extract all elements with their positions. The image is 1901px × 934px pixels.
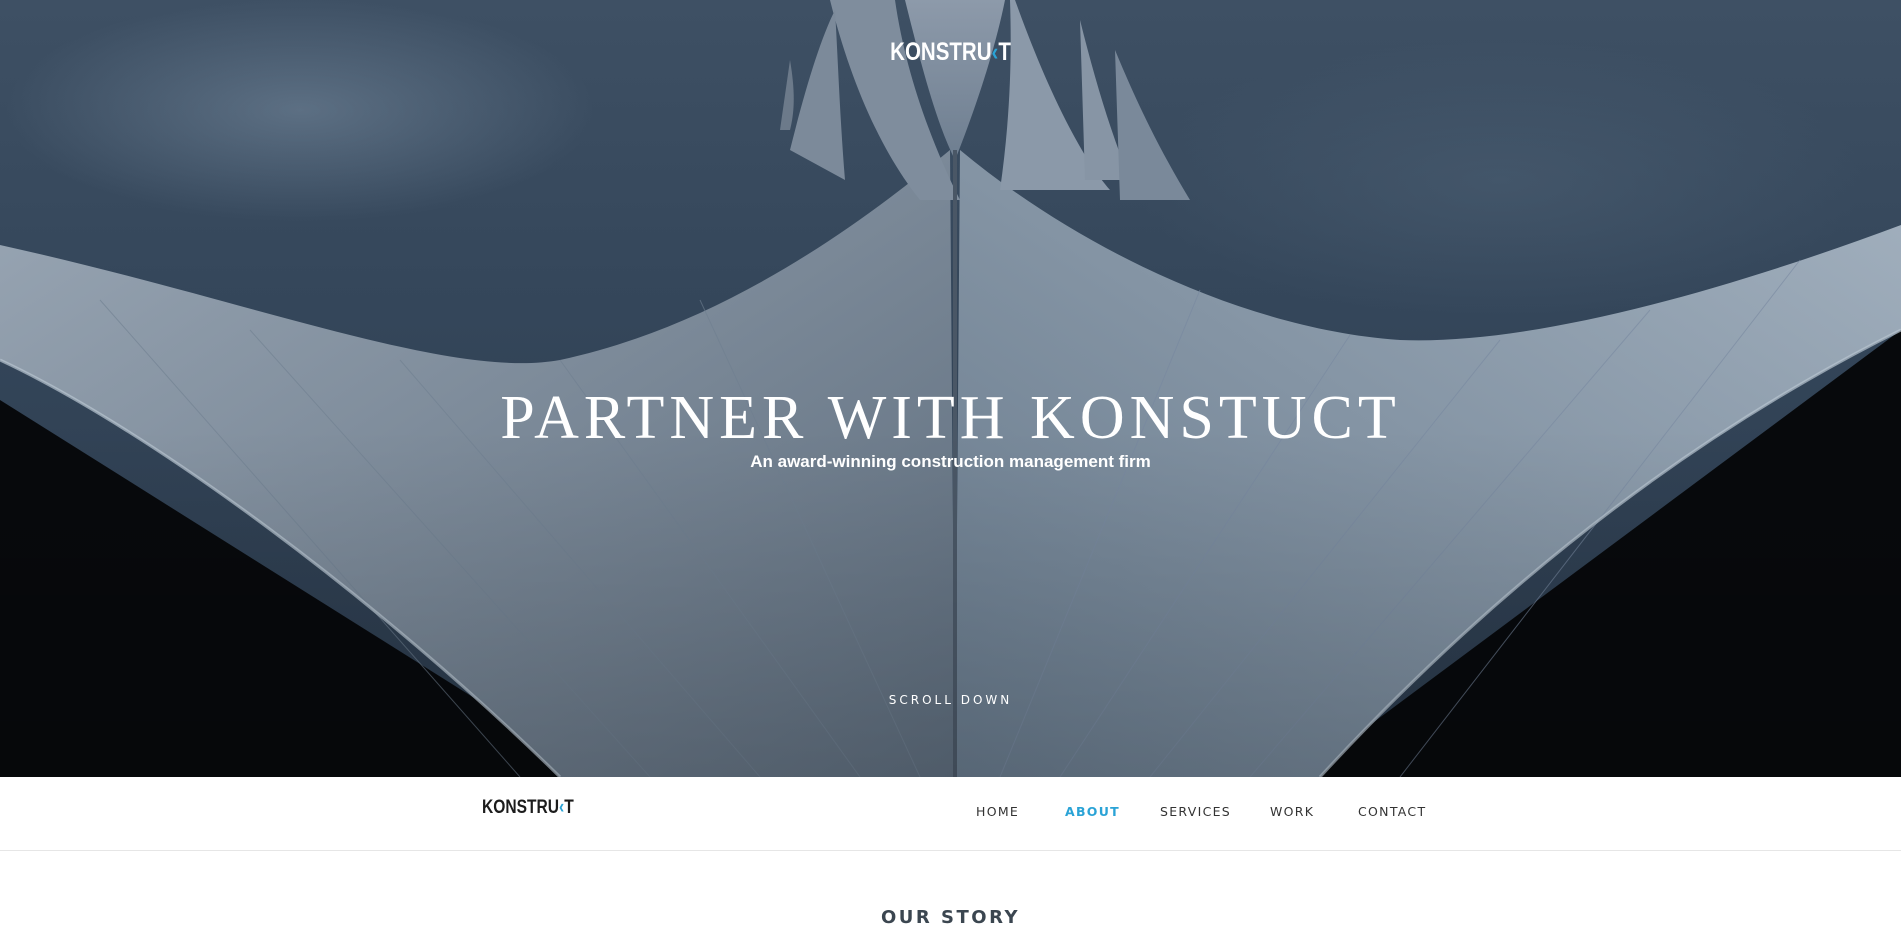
- scroll-down-link[interactable]: SCROLL DOWN: [0, 693, 1901, 707]
- hero-subtitle: An award-winning construction management…: [750, 452, 1151, 471]
- nav-menu: HOME ABOUT SERVICES WORK CONTACT: [0, 804, 1901, 824]
- main-navbar: KONSTRU‹T HOME ABOUT SERVICES WORK CONTA…: [0, 777, 1901, 851]
- nav-item-contact[interactable]: CONTACT: [1358, 804, 1426, 819]
- hero-logo-accent: ‹: [991, 38, 999, 66]
- hero-logo-text: KONSTRU: [890, 38, 992, 66]
- nav-item-about[interactable]: ABOUT: [1065, 804, 1120, 819]
- nav-item-work[interactable]: WORK: [1270, 804, 1314, 819]
- hero-title: PARTNER WITH KONSTUCT: [500, 384, 1401, 452]
- nav-item-services[interactable]: SERVICES: [1160, 804, 1231, 819]
- our-story-heading: OUR STORY: [881, 907, 1020, 928]
- nav-item-home[interactable]: HOME: [976, 804, 1019, 819]
- hero-logo[interactable]: KONSTRU‹T: [171, 38, 1730, 67]
- hero-logo-text-end: T: [998, 38, 1011, 66]
- hero-section: KONSTRU‹T PARTNER WITH KONSTUCT An award…: [0, 0, 1901, 777]
